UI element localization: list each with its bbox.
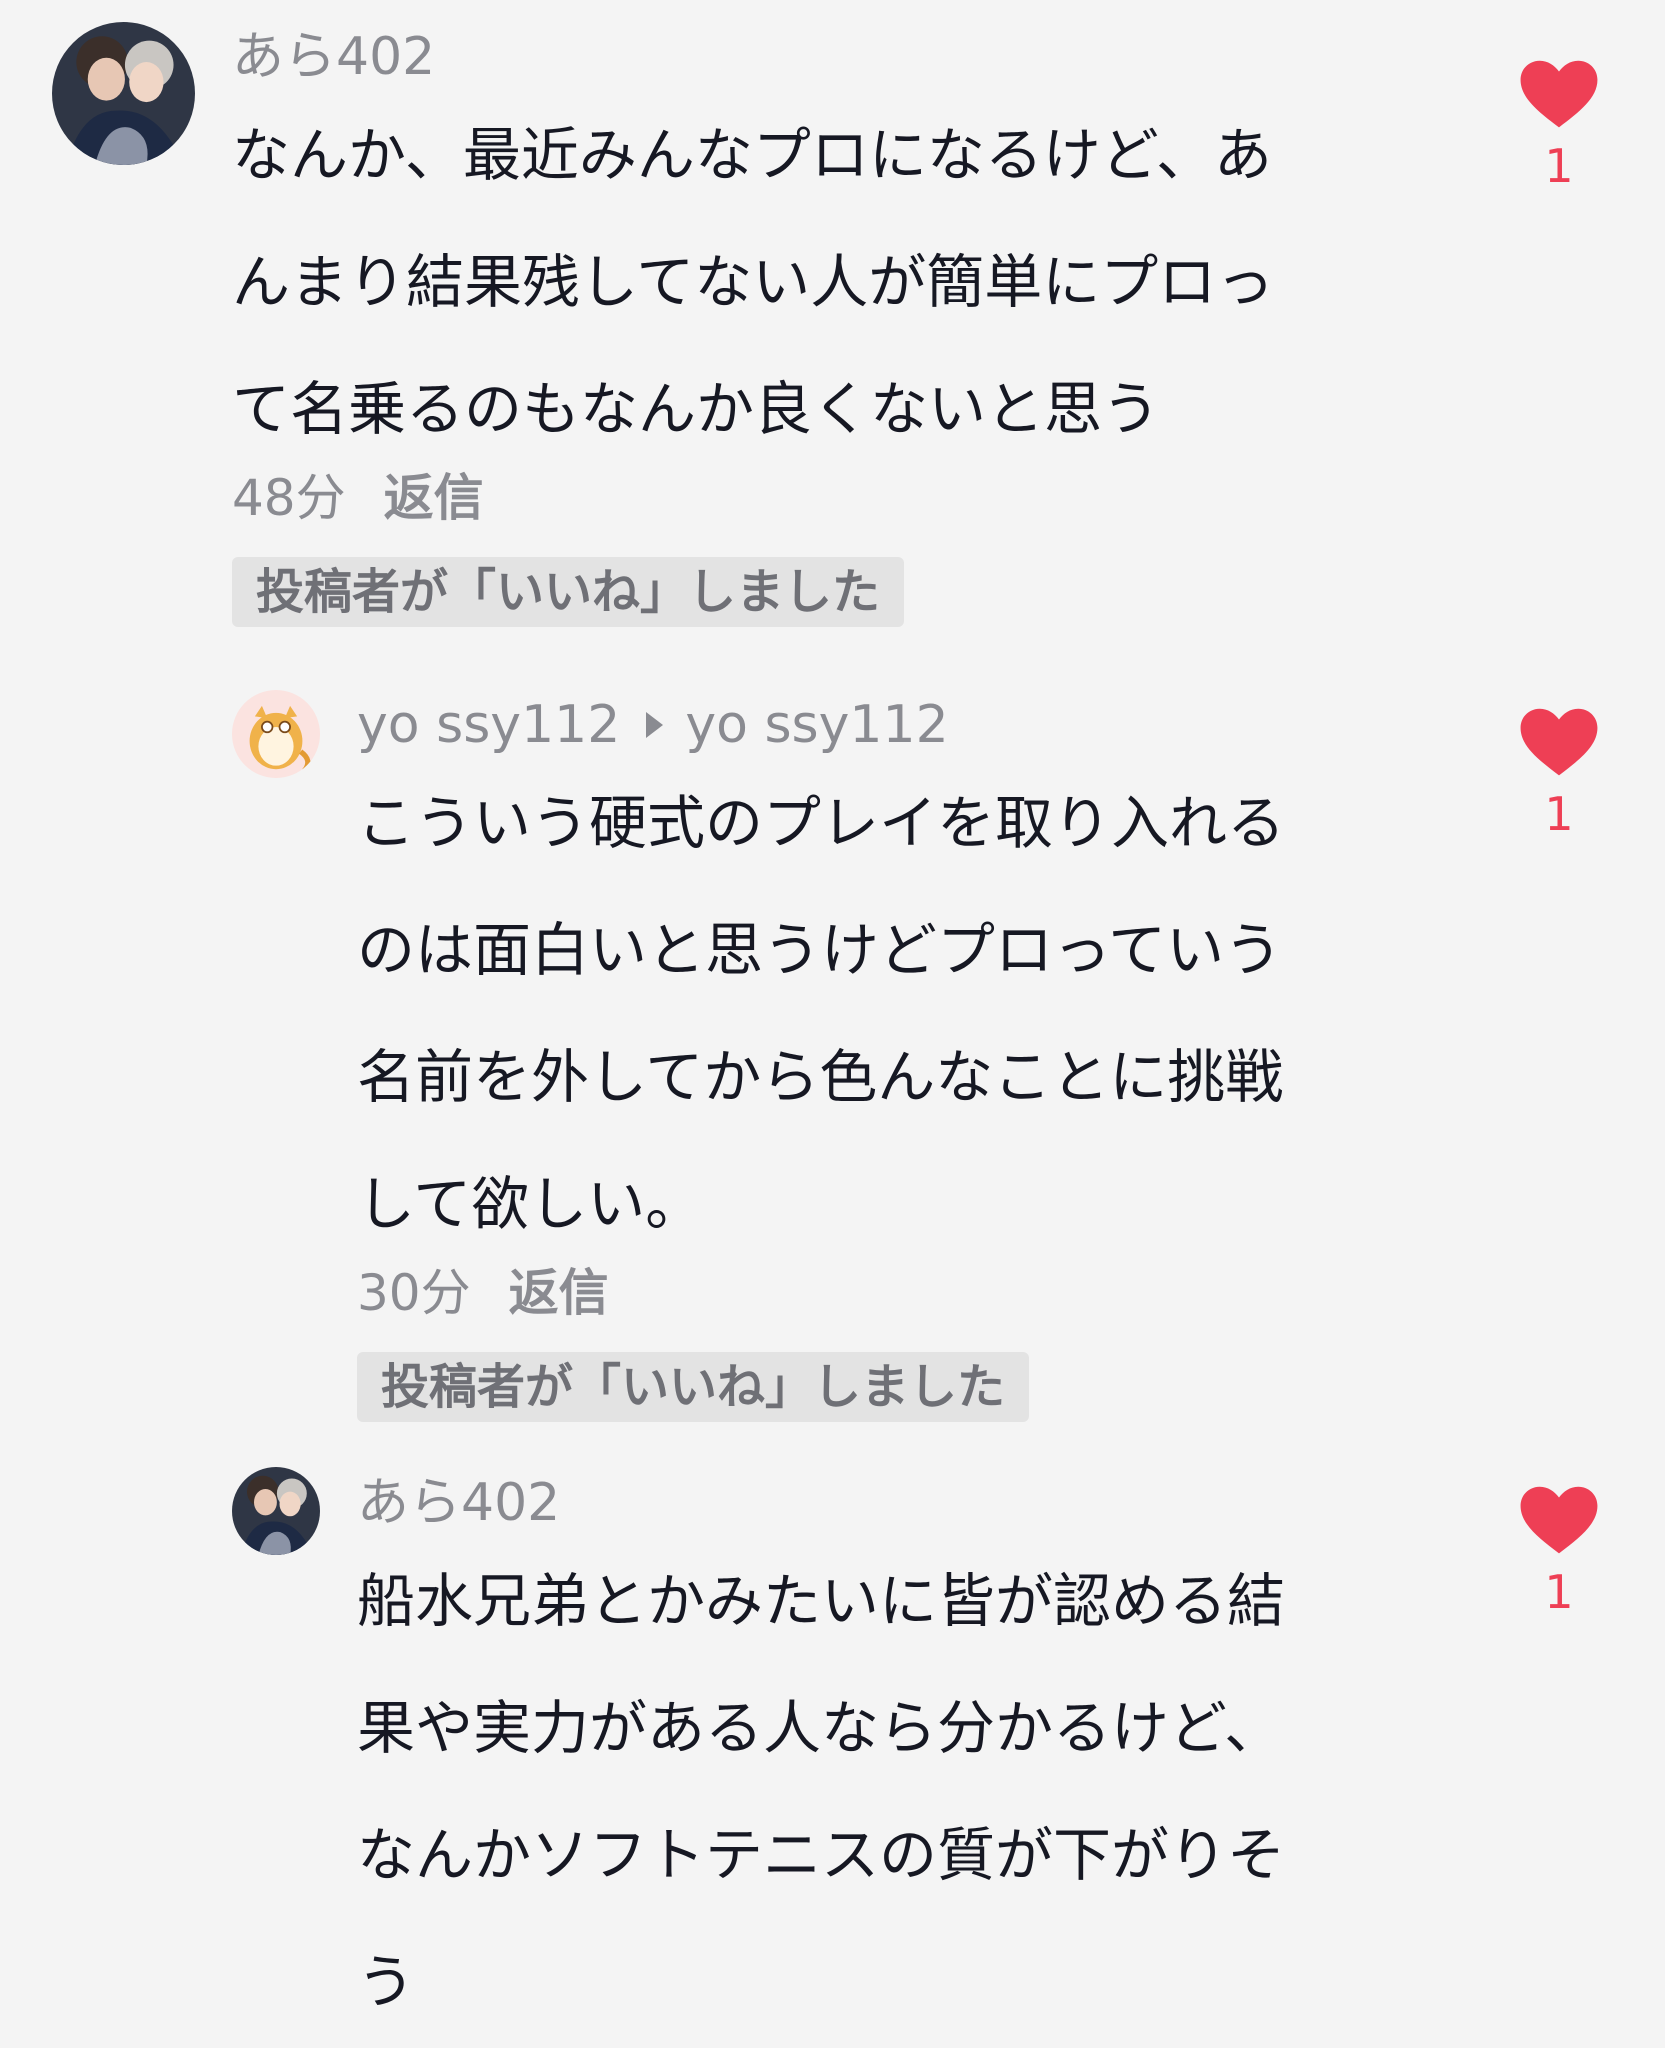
user-avatar[interactable] xyxy=(232,1467,320,1555)
user-avatar-photo-icon xyxy=(232,1467,320,1555)
like-count: 1 xyxy=(1544,139,1574,193)
comment-text-line: て名乗るのもなんか良くないと思う xyxy=(232,375,1161,443)
comment-username[interactable]: yo ssy112 yo ssy112 xyxy=(357,694,1457,756)
creator-liked-badge: 投稿者が「いいね」しました xyxy=(232,557,905,627)
comment-text: なんか、最近みんなプロになるけど、あ んまり結果残してない人が簡単にプロっ て名… xyxy=(232,92,1452,473)
comment-text-line: 果や実力がある人なら分かるけど、 xyxy=(357,1694,1283,1762)
user-avatar[interactable] xyxy=(232,690,320,778)
comment-body: yo ssy112 yo ssy112 こういう硬式のプレイを取り入れる のは面… xyxy=(357,694,1457,1422)
comment-text-line: 船水兄弟とかみたいに皆が認める結 xyxy=(357,1567,1286,1635)
comment-text-line: なんかソフトテニスの質が下がりそ xyxy=(357,1821,1286,1889)
comment-text-line: のは面白いと思うけどプロっていう xyxy=(357,916,1283,984)
like-button[interactable]: 1 xyxy=(1514,58,1604,196)
heart-icon[interactable] xyxy=(1518,1484,1600,1556)
user-avatar[interactable] xyxy=(52,22,195,165)
comment-body: あら402 船水兄弟とかみたいに皆が認める結 果や実力がある人なら分かるけど、 … xyxy=(357,1472,1457,2046)
username-text[interactable]: yo ssy112 xyxy=(357,694,620,756)
user-avatar-cartoon-icon xyxy=(232,690,320,778)
comment-username[interactable]: あら402 xyxy=(357,1472,1457,1534)
username-text[interactable]: あら402 xyxy=(232,26,435,88)
comment-text-line: う xyxy=(357,1948,416,2016)
reply-button[interactable]: 返信 xyxy=(509,1260,609,1326)
comment-body: あら402 なんか、最近みんなプロになるけど、あ んまり結果残してない人が簡単に… xyxy=(232,26,1452,627)
comment-username[interactable]: あら402 xyxy=(232,26,1452,88)
comment-text-line: こういう硬式のプレイを取り入れる xyxy=(357,789,1286,857)
creator-liked-badge: 投稿者が「いいね」しました xyxy=(357,1352,1030,1422)
user-avatar-photo-icon xyxy=(52,22,195,165)
comment-text: 船水兄弟とかみたいに皆が認める結 果や実力がある人なら分かるけど、 なんかソフト… xyxy=(357,1538,1457,2046)
like-button[interactable]: 1 xyxy=(1514,706,1604,844)
comment-text-line: んまり結果残してない人が簡単にプロっ xyxy=(232,248,1275,316)
like-count: 1 xyxy=(1544,1565,1574,1619)
comment-meta: 30分 返信 xyxy=(357,1260,1457,1326)
reply-arrow-icon xyxy=(646,712,664,738)
comment-text-line: して欲しい。 xyxy=(357,1170,704,1238)
reply-button[interactable]: 返信 xyxy=(384,465,484,531)
comment-text-line: なんか、最近みんなプロになるけど、あ xyxy=(232,121,1272,189)
like-button[interactable]: 1 xyxy=(1514,1484,1604,1622)
heart-icon[interactable] xyxy=(1518,706,1600,778)
comment-timestamp: 48分 xyxy=(232,469,346,527)
like-count: 1 xyxy=(1544,787,1574,841)
comment-text: こういう硬式のプレイを取り入れる のは面白いと思うけどプロっていう 名前を外して… xyxy=(357,760,1457,1268)
comment-timestamp: 30分 xyxy=(357,1264,471,1322)
username-text[interactable]: あら402 xyxy=(357,1472,560,1534)
heart-icon[interactable] xyxy=(1518,58,1600,130)
comment-meta: 48分 返信 xyxy=(232,465,1452,531)
reply-to-username[interactable]: yo ssy112 xyxy=(685,694,948,756)
comment-text-line: 名前を外してから色んなことに挑戦 xyxy=(357,1043,1284,1111)
